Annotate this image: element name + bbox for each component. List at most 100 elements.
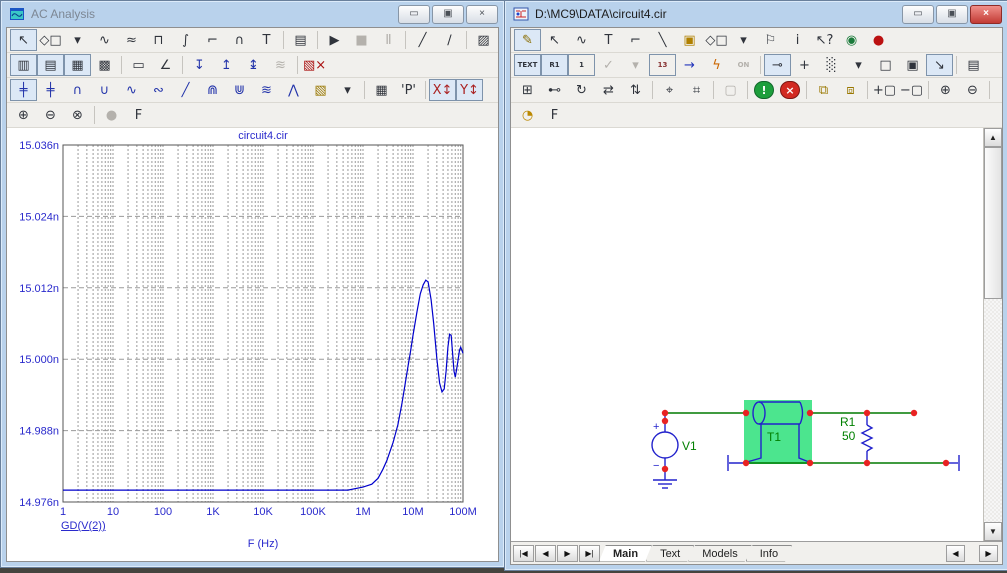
stop-button[interactable]: ■ <box>348 29 375 51</box>
restore-button[interactable]: ▣ <box>432 4 464 24</box>
connector-tool-button[interactable]: ⊷ <box>541 79 568 101</box>
close-button[interactable]: × <box>970 4 1002 24</box>
minimize-button[interactable]: ▭ <box>398 4 430 24</box>
go-left-cursor-button[interactable]: ╪ <box>10 79 37 101</box>
frequency-tag-mode-button[interactable]: ∩ <box>226 29 253 51</box>
component-mode-button[interactable]: ∿ <box>568 29 595 51</box>
inflection-cursor-button[interactable]: ╱ <box>172 79 199 101</box>
scroll-up-button[interactable]: ▲ <box>984 128 1002 147</box>
scale-mode-button[interactable]: ∿ <box>91 29 118 51</box>
web-page-button[interactable]: ◉ <box>838 29 865 51</box>
schematic-titlebar[interactable]: D:\MC9\DATA\circuit4.cir ▭ ▣ × <box>505 1 1007 25</box>
exit-analysis-button[interactable]: ▧× <box>301 54 328 76</box>
zoom-out-button[interactable]: ⊖ <box>37 104 64 126</box>
pause-button[interactable]: Ⅱ <box>375 29 402 51</box>
help-mode-button[interactable]: ↖? <box>811 29 838 51</box>
text-display-toggle-button[interactable]: TEXT <box>514 54 541 76</box>
tab-models[interactable]: Models <box>688 545 751 562</box>
tab-info[interactable]: Info <box>746 545 792 562</box>
pcb-view-button[interactable]: ▢ <box>717 79 744 101</box>
line-mode-button[interactable]: ╱ <box>409 29 436 51</box>
zoom-in-button[interactable]: ⊕ <box>932 79 959 101</box>
flip-vertical-button[interactable]: ⇅ <box>622 79 649 101</box>
find-component-button[interactable]: ⌖ <box>656 79 683 101</box>
node-snap-toggle-button[interactable]: ⊸ <box>764 54 791 76</box>
vip-display-button[interactable]: ✓ <box>595 54 622 76</box>
text-mode-button[interactable]: T <box>253 29 280 51</box>
top-cursor-button[interactable]: ⋀ <box>280 79 307 101</box>
zoom-in-button[interactable]: ⊕ <box>10 104 37 126</box>
zoom-out-button[interactable]: ⊖ <box>959 79 986 101</box>
grid-toggle-button[interactable]: ░ <box>818 54 845 76</box>
scroll-right-button[interactable]: ▶ <box>979 544 998 562</box>
text-mode-button[interactable]: T <box>595 29 622 51</box>
tag-level-mode-button[interactable]: ⌐ <box>199 29 226 51</box>
waveform-buffer-button[interactable]: ≋ <box>267 54 294 76</box>
y-scale-format-button[interactable]: Y↕ <box>456 79 483 101</box>
current-display-button[interactable]: → <box>676 54 703 76</box>
flag-mode-button[interactable]: ⚐ <box>757 29 784 51</box>
graphics-shapes-dropdown[interactable]: ▾ <box>730 29 757 51</box>
graphics-shapes-button[interactable]: ◇□ <box>703 29 730 51</box>
title-block-toggle-button[interactable]: ▣ <box>899 54 926 76</box>
select-mode-button[interactable]: ↖ <box>541 29 568 51</box>
line-mode-button[interactable]: ╲ <box>649 29 676 51</box>
vertical-scrollbar[interactable]: ▲ ▼ <box>984 128 1002 541</box>
attribute-display-toggle-button[interactable]: R1 <box>541 54 568 76</box>
vertical-scroll-thumb[interactable] <box>984 147 1002 299</box>
grid-both-button[interactable]: ▦ <box>64 54 91 76</box>
graphics-shapes-dropdown[interactable]: ▾ <box>64 29 91 51</box>
vertical-gridlines-button[interactable]: ▥ <box>10 54 37 76</box>
low-cursor-button[interactable]: ∾ <box>145 79 172 101</box>
info-status-button[interactable]: ! <box>754 81 774 99</box>
global-high-cursor-button[interactable]: ⋒ <box>199 79 226 101</box>
scroll-down-button[interactable]: ▼ <box>984 522 1002 541</box>
graphics-shapes-button[interactable]: ◇□ <box>37 29 64 51</box>
run-button[interactable]: ▶ <box>321 29 348 51</box>
go-right-cursor-button[interactable]: ╪ <box>37 79 64 101</box>
cursor-next-point-button[interactable]: ↧ <box>186 54 213 76</box>
node-numbers-toggle-button[interactable]: 1 <box>568 54 595 76</box>
cursor-branch-button[interactable]: ↨ <box>240 54 267 76</box>
close-button[interactable]: × <box>466 4 498 24</box>
pin-numbers-toggle-button[interactable]: 13 <box>649 54 676 76</box>
zoom-region-button[interactable]: ⊗ <box>64 104 91 126</box>
data-grid-button[interactable]: ▦ <box>497 29 498 51</box>
wire-orthogonal-mode-button[interactable]: ⌐ <box>622 29 649 51</box>
polyline-mode-button[interactable]: ∕ <box>436 29 463 51</box>
error-status-button[interactable]: × <box>780 81 800 99</box>
tab-text[interactable]: Text <box>646 545 694 562</box>
waveform-options-dropdown[interactable]: ▾ <box>334 79 361 101</box>
ac-analysis-titlebar[interactable]: AC Analysis ▭ ▣ × <box>1 1 504 25</box>
global-low-cursor-button[interactable]: ⋓ <box>226 79 253 101</box>
waveform-label[interactable]: GD(V(2)) <box>61 520 106 532</box>
mouse-info-toggle-button[interactable]: ↘ <box>926 54 953 76</box>
waveform-options-button[interactable]: ▧ <box>307 79 334 101</box>
tracker-box-button[interactable]: ▭ <box>125 54 152 76</box>
horizontal-tag-mode-button[interactable]: ⊓ <box>145 29 172 51</box>
find-button[interactable]: ⌗ <box>683 79 710 101</box>
bus-mode-button[interactable]: ▣ <box>676 29 703 51</box>
select-tool-button[interactable]: ↖ <box>10 29 37 51</box>
info-mode-button[interactable]: i <box>784 29 811 51</box>
font-button[interactable]: F <box>541 104 568 126</box>
color-palette-button[interactable]: ◔ <box>514 104 541 126</box>
properties-button[interactable]: ▤ <box>287 29 314 51</box>
power-display-button[interactable]: ϟ <box>703 54 730 76</box>
bring-to-front-button[interactable]: ⧉ <box>810 79 837 101</box>
flag-list-button[interactable]: ⚐ <box>993 79 1002 101</box>
tab-main[interactable]: Main <box>599 545 652 562</box>
grid-minor-button[interactable]: ▩ <box>91 54 118 76</box>
add-page-button[interactable]: +▢ <box>871 79 898 101</box>
flip-horizontal-button[interactable]: ⇄ <box>595 79 622 101</box>
vertical-tag-mode-button[interactable]: ∫ <box>172 29 199 51</box>
grid-dropdown[interactable]: ▾ <box>845 54 872 76</box>
high-cursor-button[interactable]: ∿ <box>118 79 145 101</box>
tracker-slope-button[interactable]: ∠ <box>152 54 179 76</box>
properties-button[interactable]: ▤ <box>960 54 987 76</box>
pan-tool-button[interactable]: ⊞ <box>514 79 541 101</box>
select-region-button[interactable]: ▨ <box>470 29 497 51</box>
remove-page-button[interactable]: −▢ <box>898 79 925 101</box>
minimize-button[interactable]: ▭ <box>902 4 934 24</box>
error-indicator-button[interactable]: ● <box>865 29 892 51</box>
